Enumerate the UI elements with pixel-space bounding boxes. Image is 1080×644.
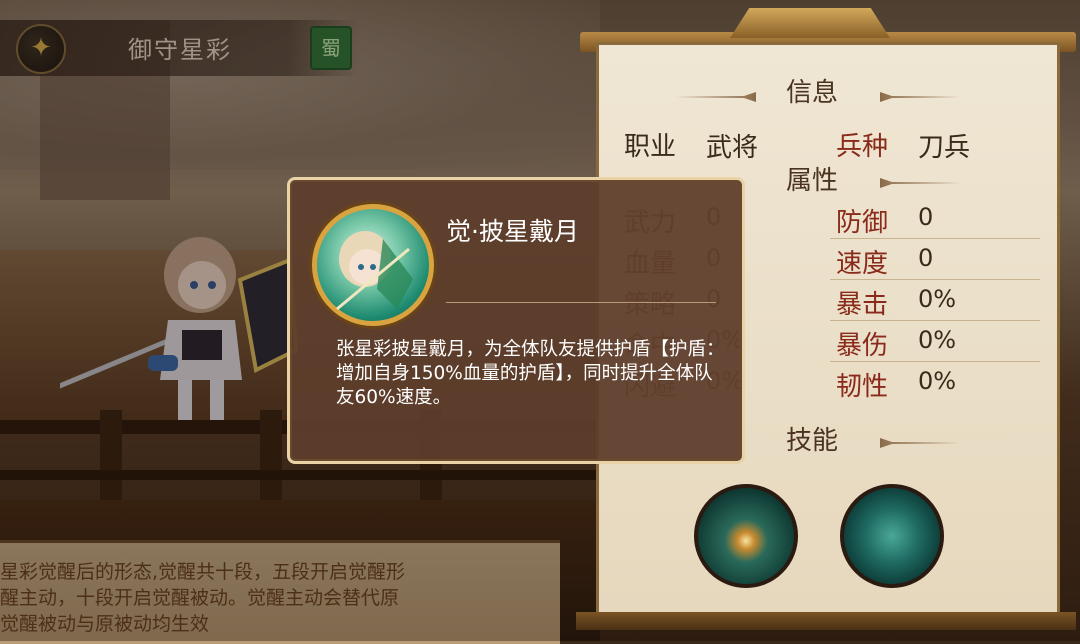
attr-label: 暴击 xyxy=(836,290,889,320)
passive-skill-icon[interactable] xyxy=(840,484,944,588)
attr-value: 0 xyxy=(918,203,934,231)
skill-portrait-art xyxy=(336,231,413,311)
skill-name: 觉·披星戴月 xyxy=(446,217,579,246)
attr-value: 0% xyxy=(918,326,957,354)
panel-bottom-rod xyxy=(576,612,1076,630)
skill-section-title: 技能 xyxy=(786,426,839,456)
info-section-title: 信息 xyxy=(786,78,839,108)
attr-label: 防御 xyxy=(836,208,889,238)
awakened-active-skill-icon[interactable] xyxy=(694,484,798,588)
attr-value: 0% xyxy=(918,285,957,313)
attr-label: 韧性 xyxy=(836,372,889,402)
class-label: 职业 xyxy=(624,132,677,162)
troop-value: 刀兵 xyxy=(918,133,971,163)
class-value: 武将 xyxy=(706,133,759,163)
attr-label: 暴伤 xyxy=(836,331,889,361)
skill-title-underline xyxy=(446,302,716,303)
troop-label: 兵种 xyxy=(836,132,889,162)
attr-label: 速度 xyxy=(836,249,889,279)
skill-portrait-icon xyxy=(312,204,434,326)
attr-value: 0% xyxy=(918,367,957,395)
skill-description: 张星彩披星戴月，为全体队友提供护盾【护盾：增加自身150%血量的护盾】，同时提升… xyxy=(336,339,725,408)
panel-top-ornament xyxy=(730,8,890,38)
attr-section-title: 属性 xyxy=(786,166,839,196)
attr-value: 0 xyxy=(918,244,934,272)
